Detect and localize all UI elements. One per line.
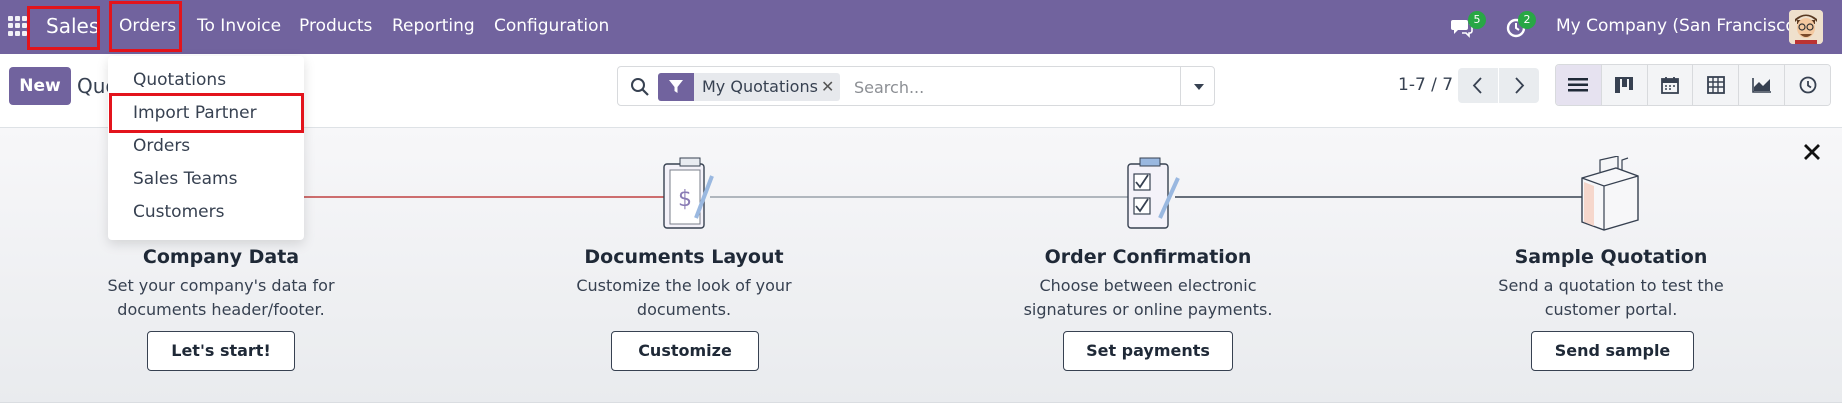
step-description: Customize the look of your documents. (576, 276, 792, 319)
pager-next[interactable] (1499, 68, 1539, 103)
calendar-icon (1661, 77, 1679, 94)
dropdown-item-sales-teams[interactable]: Sales Teams (108, 163, 304, 196)
set-payments-button[interactable]: Set payments (1063, 331, 1233, 371)
step-title: Company Data (142, 246, 300, 268)
facet-label: My Quotations (702, 77, 818, 96)
area-chart-icon (1751, 78, 1771, 93)
search-options-toggle[interactable] (1180, 67, 1216, 105)
menu-to-invoice[interactable]: To Invoice (197, 0, 281, 54)
orders-dropdown-menu: Quotations Import Partner Orders Sales T… (108, 56, 304, 240)
new-button[interactable]: New (9, 67, 71, 105)
top-navbar: Sales Orders To Invoice Products Reporti… (0, 0, 1842, 54)
highlight-orders (109, 1, 182, 52)
pager-previous[interactable] (1458, 68, 1498, 103)
menu-products[interactable]: Products (299, 0, 372, 54)
onboarding-step-order-confirmation: Order Confirmation Choose between electr… (983, 128, 1313, 403)
chevron-right-icon (1515, 77, 1525, 94)
pivot-view-button[interactable] (1693, 65, 1740, 105)
step-description: Choose between electronic signatures or … (1023, 276, 1273, 319)
send-sample-button[interactable]: Send sample (1531, 331, 1694, 371)
activity-view-button[interactable] (1785, 65, 1830, 105)
company-switcher[interactable]: My Company (San Francisco) (1556, 0, 1802, 54)
calendar-view-button[interactable] (1647, 65, 1694, 105)
highlight-sales (27, 6, 100, 50)
step-description: Set your company's data for documents he… (107, 276, 335, 319)
step-title: Documents Layout (584, 246, 784, 268)
step-title: Sample Quotation (1514, 246, 1708, 268)
search-input[interactable] (854, 73, 1174, 101)
step-description: Send a quotation to test the customer po… (1498, 276, 1724, 319)
customize-button[interactable]: Customize (611, 331, 759, 371)
search-facet: My Quotations ✕ (658, 73, 840, 101)
onboarding-step-documents-layout: Documents Layout Customize the look of y… (519, 128, 849, 403)
search-bar[interactable]: My Quotations ✕ (617, 66, 1215, 106)
clock-icon (1799, 76, 1816, 94)
pivot-table-icon (1706, 76, 1725, 94)
facet-remove-icon[interactable]: ✕ (821, 73, 834, 101)
user-avatar[interactable] (1789, 10, 1823, 44)
lets-start-button[interactable]: Let's start! (147, 331, 295, 371)
list-view-button[interactable] (1556, 65, 1602, 105)
activities-badge: 2 (1518, 11, 1536, 29)
onboarding-step-sample-quotation: Sample Quotation Send a quotation to tes… (1446, 128, 1776, 403)
messages-badge: 5 (1468, 11, 1486, 29)
menu-configuration[interactable]: Configuration (494, 0, 609, 54)
dropdown-item-customers[interactable]: Customers (108, 196, 304, 229)
menu-reporting[interactable]: Reporting (392, 0, 475, 54)
dropdown-item-orders[interactable]: Orders (108, 130, 304, 163)
kanban-icon (1615, 77, 1634, 93)
list-icon (1568, 78, 1589, 92)
caret-down-icon (1194, 84, 1204, 90)
chevron-left-icon (1472, 77, 1482, 94)
pager-value[interactable]: 1-7 / 7 (1398, 75, 1453, 95)
step-title: Order Confirmation (1044, 246, 1252, 268)
filter-icon (658, 73, 694, 101)
graph-view-button[interactable] (1739, 65, 1786, 105)
kanban-view-button[interactable] (1601, 65, 1648, 105)
view-switcher (1555, 64, 1831, 106)
close-icon[interactable] (1800, 140, 1824, 164)
apps-menu-icon[interactable] (8, 16, 28, 36)
highlight-import-partner (109, 93, 304, 133)
search-icon (631, 78, 649, 96)
